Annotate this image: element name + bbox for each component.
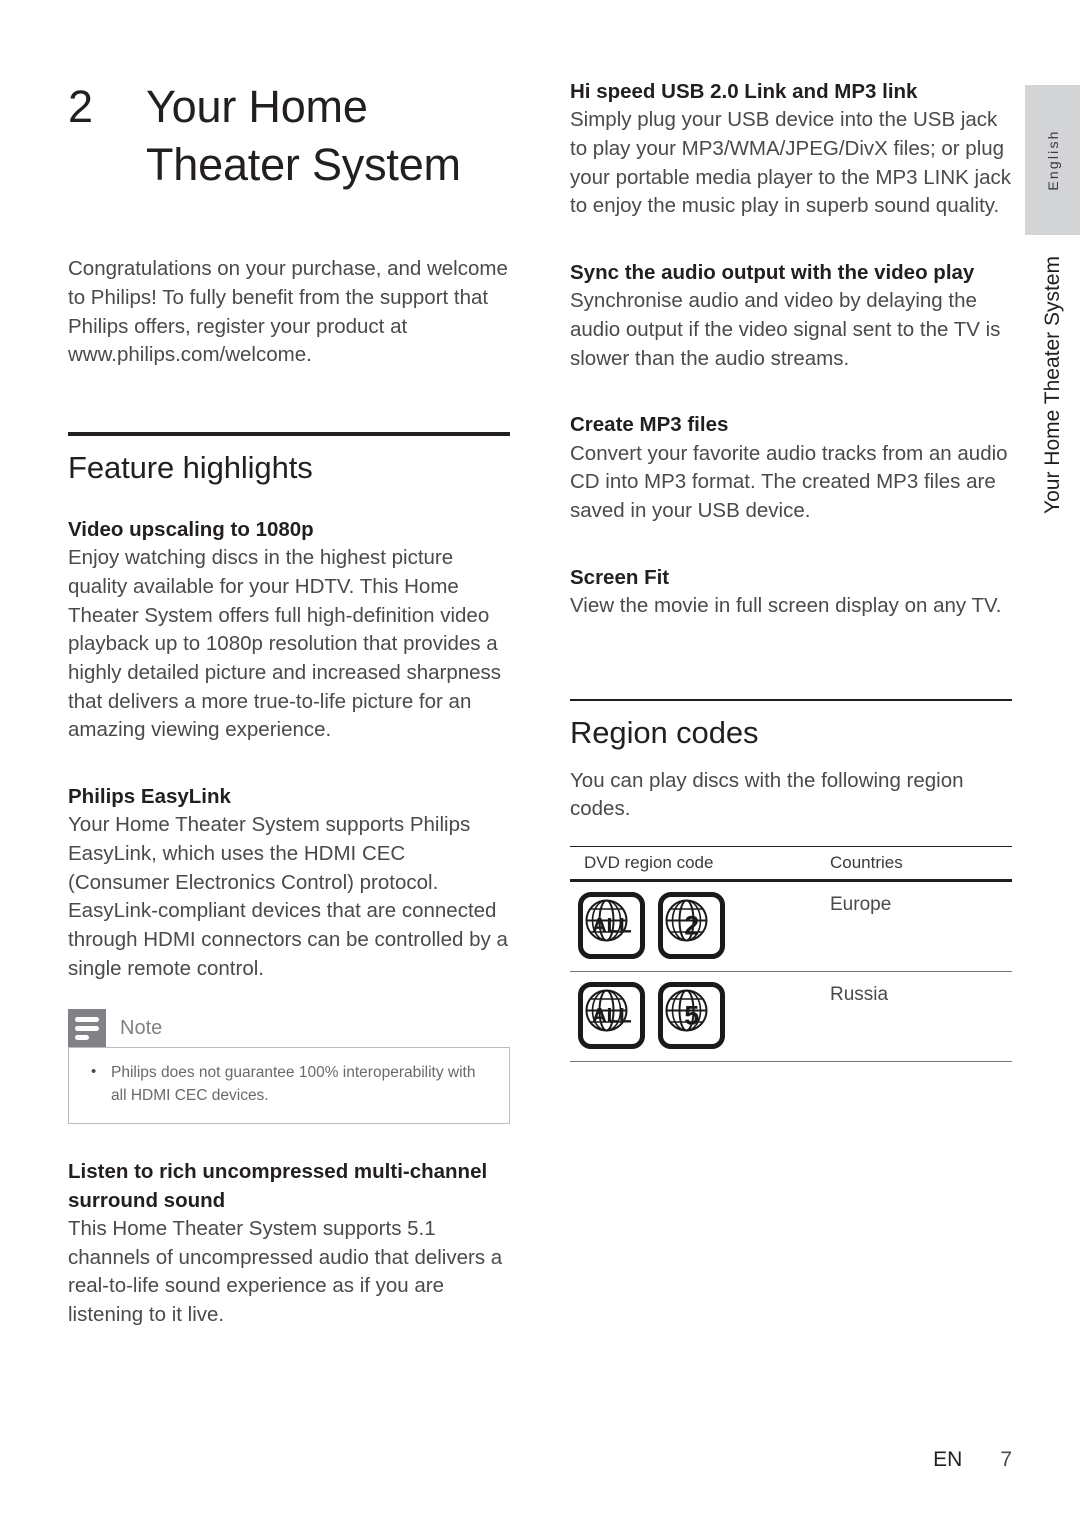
- feature-block-philips-easylink: Philips EasyLink Your Home Theater Syste…: [68, 783, 510, 983]
- running-title: Your Home Theater System: [1025, 256, 1080, 514]
- feature-body: View the movie in full screen display on…: [570, 594, 1002, 617]
- region-codes-rule: [570, 698, 1012, 701]
- feature-block-video-upscaling: Video upscaling to 1080p Enjoy watching …: [68, 516, 510, 745]
- feature-highlights-title: Feature highlights: [68, 449, 313, 485]
- feature-body: Synchronise audio and video by delaying …: [570, 289, 1001, 370]
- feature-body: Convert your favorite audio tracks from …: [570, 441, 1008, 523]
- region-code-label: 5: [684, 1000, 700, 1031]
- language-tab-label: English: [1044, 129, 1061, 191]
- feature-body: Simply plug your USB device into the USB…: [570, 108, 1011, 218]
- note-list-item: Philips does not guarantee 100% interope…: [85, 1061, 493, 1107]
- region-code-label: ALL: [591, 914, 632, 938]
- right-column: Hi speed USB 2.0 Link and MP3 link Simpl…: [570, 78, 1012, 1063]
- language-tab: English: [1025, 85, 1080, 235]
- region-code-all-icon: ALL: [578, 982, 645, 1050]
- table-row: ALL 5 Russia: [570, 971, 1012, 1063]
- region-code-number-icon: 2: [658, 892, 726, 960]
- feature-body: Your Home Theater System supports Philip…: [68, 813, 508, 980]
- region-code-label: ALL: [591, 1004, 632, 1028]
- footer-language-code: EN: [933, 1448, 963, 1471]
- feature-heading: Create MP3 files: [570, 413, 729, 437]
- chapter-title-line-1: Your Home: [146, 81, 368, 132]
- region-codes-table: DVD region code Countries ALL 2 Europe A…: [570, 846, 1012, 1063]
- feature-block-audio-video-sync: Sync the audio output with the video pla…: [570, 259, 1012, 373]
- feature-heading: Hi speed USB 2.0 Link and MP3 link: [570, 80, 918, 103]
- column-header-dvd-region-code: DVD region code: [570, 846, 816, 883]
- chapter-title-text: Your Home Theater System: [146, 78, 510, 193]
- region-codes-title: Region codes: [570, 714, 759, 750]
- region-code-all-icon: ALL: [578, 892, 645, 960]
- intro-paragraph: Congratulations on your purchase, and we…: [68, 257, 508, 367]
- feature-body: Enjoy watching discs in the highest pict…: [68, 546, 502, 742]
- region-code-cell: ALL 2: [570, 880, 816, 973]
- region-country-cell: Russia: [816, 971, 1012, 1063]
- left-column: 2 Your Home Theater System Congratulatio…: [68, 78, 510, 1330]
- feature-heading: Screen Fit: [570, 565, 670, 589]
- note-label: Note: [120, 1016, 163, 1039]
- feature-heading: Video upscaling to 1080p: [68, 517, 314, 541]
- note-callout: Note Philips does not guarantee 100% int…: [68, 1009, 510, 1125]
- region-code-label: 2: [684, 910, 700, 941]
- feature-heading: Listen to rich uncompressed multi-channe…: [68, 1160, 488, 1212]
- region-codes-intro: You can play discs with the following re…: [570, 768, 964, 821]
- running-title-label: Your Home Theater System: [1040, 256, 1064, 514]
- feature-body: This Home Theater System supports 5.1 ch…: [68, 1216, 503, 1326]
- feature-block-usb-mp3-link: Hi speed USB 2.0 Link and MP3 link Simpl…: [570, 78, 1012, 221]
- chapter-title-line-2: Theater System: [146, 138, 461, 190]
- feature-block-screen-fit: Screen Fit View the movie in full screen…: [570, 564, 1012, 621]
- feature-block-surround-sound: Listen to rich uncompressed multi-channe…: [68, 1158, 510, 1329]
- note-list: Philips does not guarantee 100% interope…: [85, 1061, 493, 1107]
- table-row: ALL 2 Europe: [570, 880, 1012, 973]
- footer-page-number: 7: [1000, 1448, 1012, 1471]
- feature-heading: Sync the audio output with the video pla…: [570, 261, 975, 285]
- page-footer: EN 7: [0, 1448, 1012, 1472]
- region-code-cell: ALL 5: [570, 971, 816, 1063]
- region-code-number-icon: 5: [658, 982, 726, 1050]
- feature-highlights-rule: [68, 431, 510, 436]
- document-page: 2 Your Home Theater System Congratulatio…: [0, 0, 1080, 1527]
- note-icon: [68, 1009, 106, 1048]
- chapter-title: 2 Your Home Theater System: [68, 78, 510, 193]
- note-body: Philips does not guarantee 100% interope…: [68, 1047, 510, 1125]
- table-header-row: DVD region code Countries: [570, 846, 1012, 883]
- note-header: Note: [68, 1009, 510, 1048]
- column-header-countries: Countries: [816, 846, 1012, 883]
- feature-heading: Philips EasyLink: [68, 785, 231, 809]
- region-country-cell: Europe: [816, 880, 1012, 973]
- chapter-number: 2: [68, 81, 93, 132]
- feature-block-create-mp3-files: Create MP3 files Convert your favorite a…: [570, 411, 1012, 525]
